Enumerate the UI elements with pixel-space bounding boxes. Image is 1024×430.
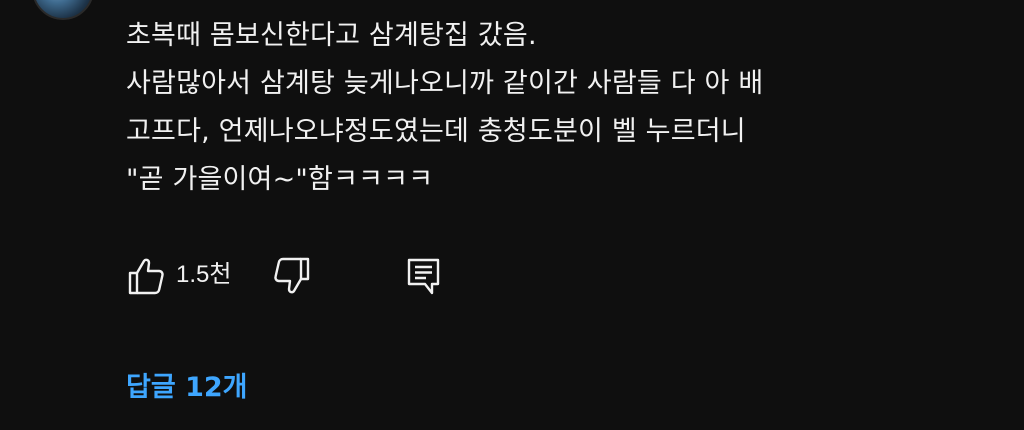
comment-reply-icon [407, 258, 440, 295]
comment-thread: 초복때 몸보신한다고 삼계탕집 갔음. 사람많아서 삼계탕 늦게나오니까 같이간… [0, 0, 1024, 430]
reply-button[interactable] [404, 256, 444, 296]
like-count: 1.5천 [176, 261, 232, 288]
comment-line: "곧 가을이여~"함ㅋㅋㅋㅋ [126, 164, 434, 195]
thumb-up-icon [128, 258, 164, 295]
like-button[interactable] [126, 256, 166, 296]
comment-text: 초복때 몸보신한다고 삼계탕집 갔음. 사람많아서 삼계탕 늦게나오니까 같이간… [126, 12, 986, 204]
comment-actions: 1.5천 [126, 256, 526, 296]
dislike-button[interactable] [272, 256, 312, 296]
comment-line: 사람많아서 삼계탕 늦게나오니까 같이간 사람들 다 아 배 [126, 68, 764, 99]
view-replies-button[interactable]: 답글 12개 [126, 366, 248, 410]
avatar[interactable] [32, 0, 94, 20]
more-options-button[interactable] [950, 0, 974, 10]
comment-line: 초복때 몸보신한다고 삼계탕집 갔음. [126, 20, 537, 51]
comment-line: 고프다, 언제나오냐정도였는데 충청도분이 벨 누르더니 [126, 116, 746, 147]
thumb-down-icon [274, 257, 310, 294]
